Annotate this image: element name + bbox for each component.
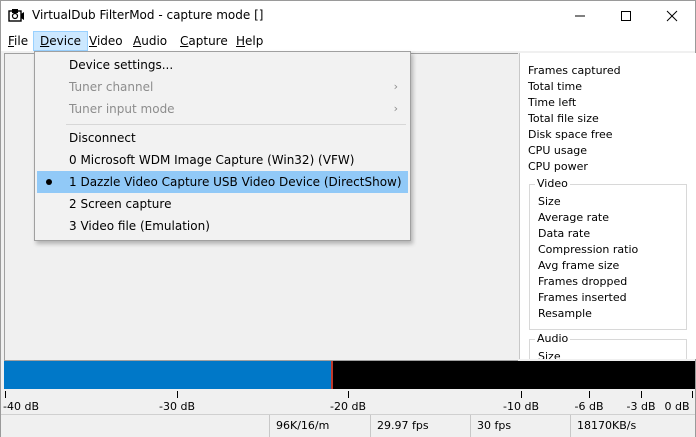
menu-item-label: 3 Video file (Emulation): [69, 219, 210, 233]
menu-item-label: Device settings...: [69, 58, 174, 72]
audio-level-fill: [4, 361, 333, 389]
stat-cpu-usage: CPU usage: [528, 144, 588, 157]
status-data-rate: 18170KB/s: [570, 415, 696, 437]
title-bar: VirtualDub FilterMod - capture mode []: [1, 1, 695, 31]
menu-bar: File Device Video Audio Capture Help: [1, 31, 695, 51]
menu-item-device-1[interactable]: 1 Dazzle Video Capture USB Video Device …: [37, 171, 408, 193]
close-button[interactable]: [649, 1, 695, 31]
audio-size: Size: [538, 350, 561, 359]
minimize-button[interactable]: [557, 1, 603, 31]
menu-item-label: 2 Screen capture: [69, 197, 172, 211]
video-average-rate: Average rate: [538, 211, 610, 224]
app-icon: [8, 9, 24, 22]
close-icon: [666, 10, 678, 22]
status-source-fps: 29.97 fps: [370, 415, 471, 437]
status-bar: 96K/16/m 29.97 fps 30 fps 18170KB/s: [1, 414, 695, 437]
menu-item-label: Disconnect: [69, 131, 136, 145]
radio-bullet-icon: [46, 179, 52, 185]
scale-tick: [692, 391, 693, 398]
stat-total-time: Total time: [528, 80, 583, 93]
audio-level-meter: [4, 361, 695, 389]
menu-item-label: Tuner input mode: [69, 102, 175, 116]
menu-item-tuner-input-mode[interactable]: Tuner input mode ›: [37, 98, 408, 120]
stat-disk-space-free: Disk space free: [528, 128, 613, 141]
minimize-icon: [575, 15, 585, 17]
video-frames-dropped: Frames dropped: [538, 275, 628, 288]
device-menu-dropdown: Device settings... Tuner channel › Tuner…: [34, 51, 411, 241]
scale-tick: [641, 391, 642, 398]
scale-label: -10 dB: [503, 400, 539, 413]
menu-item-label: 1 Dazzle Video Capture USB Video Device …: [69, 175, 402, 189]
submenu-arrow-icon: ›: [393, 80, 398, 93]
maximize-icon: [621, 11, 631, 21]
video-avg-frame-size: Avg frame size: [538, 259, 620, 272]
video-group-title: Video: [535, 177, 570, 190]
scale-label: -30 dB: [159, 400, 195, 413]
scale-tick: [177, 391, 178, 398]
video-group: Video Size Average rate Data rate Compre…: [529, 177, 687, 330]
audio-group: Audio Size: [529, 332, 687, 359]
menu-item-label: Tuner channel: [69, 80, 154, 94]
menu-item-device-3[interactable]: 3 Video file (Emulation): [37, 215, 408, 237]
db-scale: -40 dB -30 dB -20 dB -10 dB -6 dB -3 dB …: [1, 389, 695, 414]
menu-video[interactable]: Video: [83, 32, 129, 50]
stat-cpu-power: CPU power: [528, 160, 588, 173]
scale-tick: [589, 391, 590, 398]
menu-separator: [66, 124, 406, 125]
capture-info-panel: Frames captured Total time Time left Tot…: [519, 53, 696, 359]
video-frames-inserted: Frames inserted: [538, 291, 627, 304]
scale-label: -3 dB: [626, 400, 656, 413]
status-capture-fps: 30 fps: [470, 415, 571, 437]
menu-item-label: 0 Microsoft WDM Image Capture (Win32) (V…: [69, 153, 355, 167]
audio-group-title: Audio: [535, 332, 571, 345]
maximize-button[interactable]: [603, 1, 649, 31]
window-title: VirtualDub FilterMod - capture mode []: [32, 8, 264, 22]
submenu-arrow-icon: ›: [393, 102, 398, 115]
stat-time-left: Time left: [528, 96, 577, 109]
scale-label: -6 dB: [574, 400, 604, 413]
scale-label: -40 dB: [3, 400, 39, 413]
scale-label: -20 dB: [330, 400, 366, 413]
scale-tick: [521, 391, 522, 398]
stat-total-file-size: Total file size: [528, 112, 599, 125]
menu-item-tuner-channel[interactable]: Tuner channel ›: [37, 76, 408, 98]
scale-tick: [348, 391, 349, 398]
video-data-rate: Data rate: [538, 227, 591, 240]
video-size: Size: [538, 195, 561, 208]
menu-item-device-2[interactable]: 2 Screen capture: [37, 193, 408, 215]
menu-audio[interactable]: Audio: [127, 32, 173, 50]
menu-item-disconnect[interactable]: Disconnect: [37, 127, 408, 149]
menu-file[interactable]: File: [2, 32, 34, 50]
menu-capture[interactable]: Capture: [174, 32, 234, 50]
stat-frames-captured: Frames captured: [528, 64, 621, 77]
menu-item-device-0[interactable]: 0 Microsoft WDM Image Capture (Win32) (V…: [37, 149, 408, 171]
scale-label: 0 dB: [664, 400, 690, 413]
menu-device[interactable]: Device: [33, 31, 89, 51]
video-compression-ratio: Compression ratio: [538, 243, 639, 256]
app-window: VirtualDub FilterMod - capture mode [] F…: [0, 0, 696, 437]
menu-help[interactable]: Help: [230, 32, 269, 50]
menu-item-device-settings[interactable]: Device settings...: [37, 54, 408, 76]
status-audio-format: 96K/16/m: [269, 415, 370, 437]
video-resample: Resample: [538, 307, 592, 320]
scale-tick: [5, 391, 6, 398]
